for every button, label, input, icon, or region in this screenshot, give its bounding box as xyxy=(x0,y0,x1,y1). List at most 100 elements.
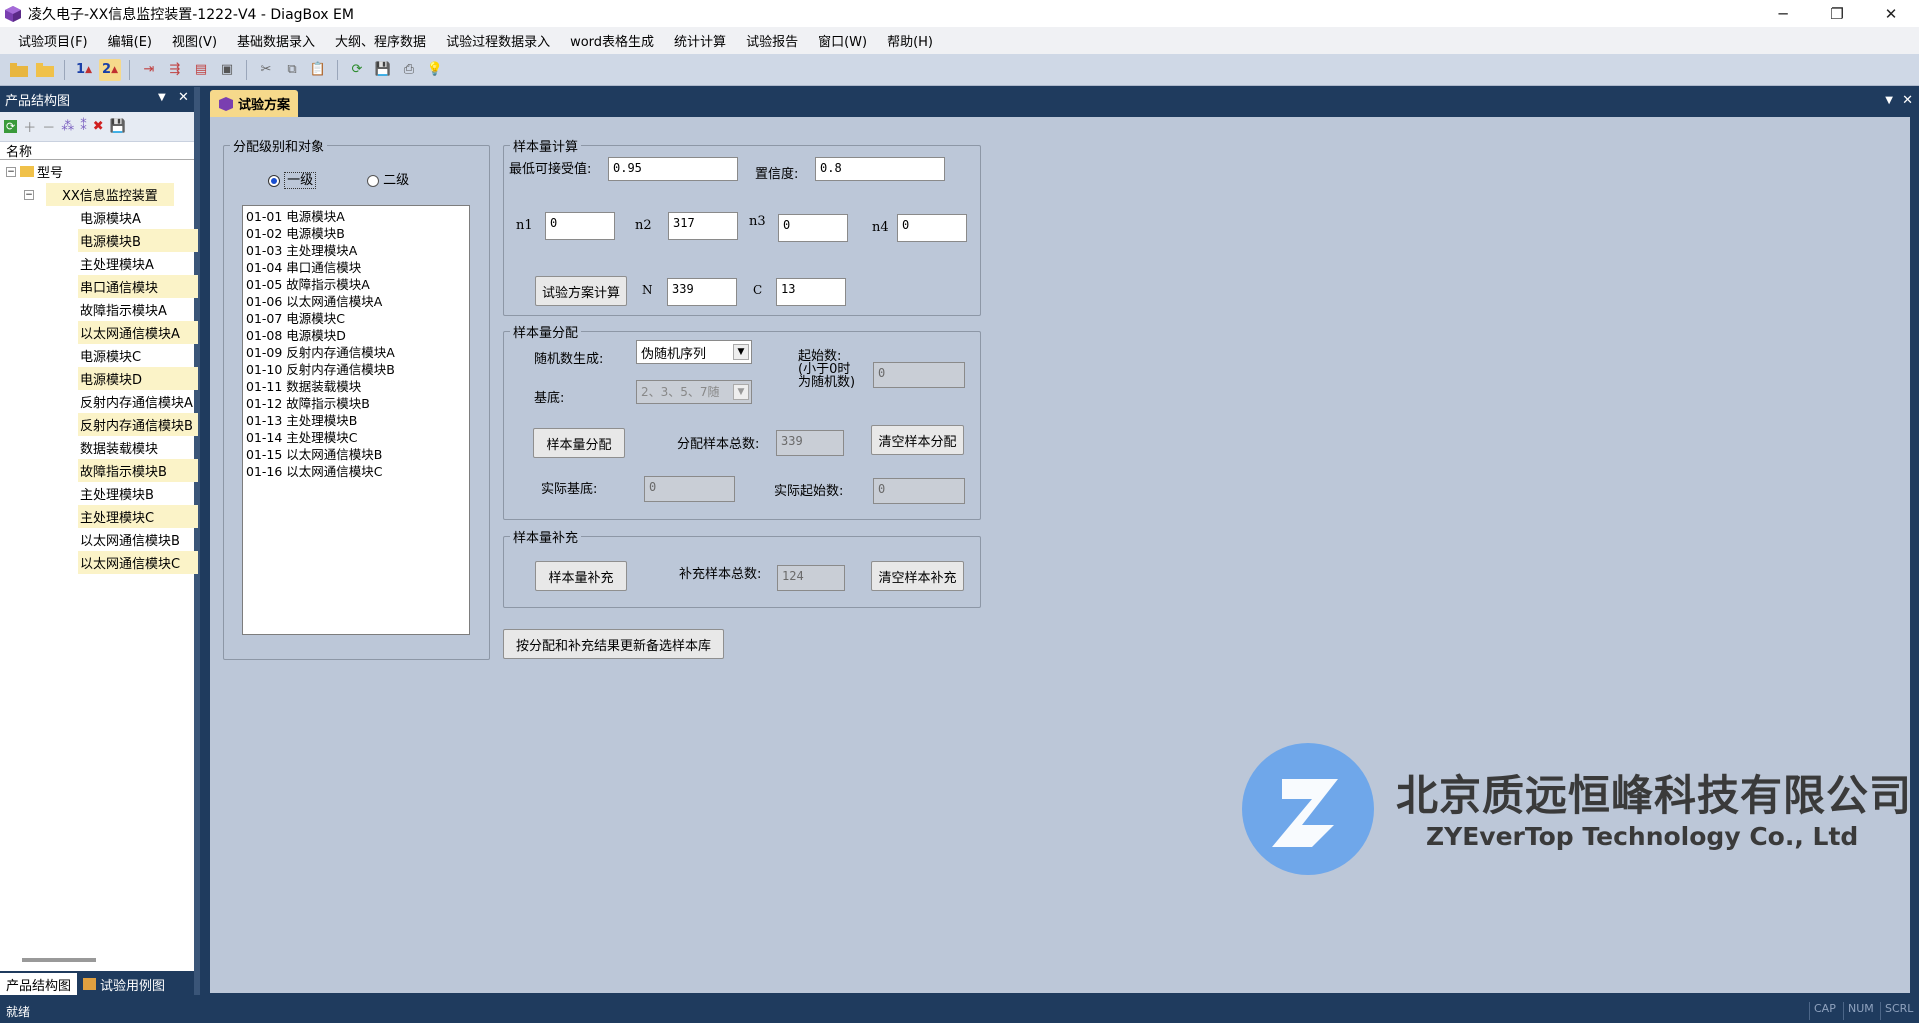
list-item[interactable]: 01-15 以太网通信模块B xyxy=(246,446,466,463)
pin-dropdown-icon[interactable]: ▼ xyxy=(158,92,166,103)
confidence-input[interactable]: 0.8 xyxy=(815,157,945,181)
start-number-input[interactable]: 0 xyxy=(873,362,965,388)
tree-module-item[interactable]: 主处理模块A xyxy=(0,252,194,275)
collapse-toggle-icon[interactable]: − xyxy=(24,189,34,200)
panel-close-icon[interactable]: ✕ xyxy=(178,90,189,105)
menu-help[interactable]: 帮助(H) xyxy=(877,31,943,50)
tree-module-item[interactable]: 故障指示模块B xyxy=(0,459,198,482)
save-icon[interactable]: 💾 xyxy=(110,119,126,134)
tree-module-item[interactable]: 以太网通信模块A xyxy=(0,321,198,344)
level-two-button[interactable]: 2 ▲ xyxy=(99,58,121,81)
min-accept-input[interactable]: 0.95 xyxy=(608,157,738,181)
supp-button[interactable]: 样本量补充 xyxy=(535,561,627,591)
tree-module-item[interactable]: 电源模块C xyxy=(0,344,194,367)
tree-module-item[interactable]: 反射内存通信模块A xyxy=(0,390,194,413)
tree-module-item[interactable]: 数据装载模块 xyxy=(0,436,194,459)
calc-plan-button[interactable]: 试验方案计算 xyxy=(535,276,627,306)
tree-module-item[interactable]: 反射内存通信模块B xyxy=(0,413,198,436)
tree-module-item[interactable]: 电源模块A xyxy=(0,206,194,229)
tree-module-item[interactable]: 故障指示模块A xyxy=(0,298,194,321)
move-right-icon[interactable]: ⇥ xyxy=(138,59,160,81)
tab-test-plan[interactable]: 试验方案 xyxy=(210,90,299,117)
tree-module-item[interactable]: 电源模块B xyxy=(0,229,198,252)
menu-outline-program[interactable]: 大纲、程序数据 xyxy=(325,31,436,50)
menu-test-project[interactable]: 试验项目(F) xyxy=(8,31,98,50)
folder-icon[interactable] xyxy=(34,59,56,81)
menu-edit[interactable]: 编辑(E) xyxy=(98,31,162,50)
level-one-button[interactable]: 1 ▲ xyxy=(73,59,95,81)
horizontal-scrollbar[interactable] xyxy=(22,958,96,962)
menu-report[interactable]: 试验报告 xyxy=(736,31,808,50)
list-item[interactable]: 01-08 电源模块D xyxy=(246,327,466,344)
minimize-button[interactable]: ─ xyxy=(1756,0,1810,27)
tree-device[interactable]: − XX信息监控装置 xyxy=(0,183,194,206)
collapse-toggle-icon[interactable]: − xyxy=(6,166,16,177)
update-sample-library-button[interactable]: 按分配和补充结果更新备选样本库 xyxy=(503,629,724,659)
cut-icon[interactable]: ✂ xyxy=(255,59,277,81)
C-input[interactable]: 13 xyxy=(776,278,846,306)
list-item[interactable]: 01-10 反射内存通信模块B xyxy=(246,361,466,378)
list-item[interactable]: 01-05 故障指示模块A xyxy=(246,276,466,293)
radio-level-two[interactable]: 二级 xyxy=(367,169,409,188)
add-child-icon[interactable]: ⁑ xyxy=(80,119,87,134)
alloc-button[interactable]: 样本量分配 xyxy=(533,428,625,458)
list-item[interactable]: 01-16 以太网通信模块C xyxy=(246,463,466,480)
n3-input[interactable]: 0 xyxy=(778,214,848,242)
menu-process-data[interactable]: 试验过程数据录入 xyxy=(436,31,560,50)
list-item[interactable]: 01-11 数据装载模块 xyxy=(246,378,466,395)
menu-window[interactable]: 窗口(W) xyxy=(808,31,877,50)
n2-input[interactable]: 317 xyxy=(668,212,738,240)
base-select[interactable]: 2、3、5、7随 ▼ xyxy=(636,380,752,404)
restore-button[interactable]: ❐ xyxy=(1810,0,1864,27)
close-button[interactable]: ✕ xyxy=(1864,0,1918,27)
open-folder-icon[interactable] xyxy=(8,59,30,81)
delete-icon[interactable]: ✖ xyxy=(93,119,104,134)
copy-icon[interactable]: ⧉ xyxy=(281,59,303,81)
list-item[interactable]: 01-02 电源模块B xyxy=(246,225,466,242)
n4-input[interactable]: 0 xyxy=(897,214,967,242)
doc-dropdown-icon[interactable]: ▼ xyxy=(1885,95,1893,106)
clear-supp-button[interactable]: 清空样本补充 xyxy=(871,561,964,591)
list-item[interactable]: 01-09 反射内存通信模块A xyxy=(246,344,466,361)
expand-icon[interactable]: ＋ xyxy=(23,117,36,136)
menu-word-table[interactable]: word表格生成 xyxy=(560,31,664,50)
list-item[interactable]: 01-01 电源模块A xyxy=(246,208,466,225)
n1-input[interactable]: 0 xyxy=(545,212,615,240)
tab-product-structure[interactable]: 产品结构图 xyxy=(0,973,78,995)
tree-module-item[interactable]: 以太网通信模块C xyxy=(0,551,198,574)
collapse-icon[interactable]: － xyxy=(42,117,55,136)
list-item[interactable]: 01-06 以太网通信模块A xyxy=(246,293,466,310)
refresh-icon[interactable]: ⟳ xyxy=(4,120,18,133)
tree-module-item[interactable]: 串口通信模块 xyxy=(0,275,198,298)
tree-module-item[interactable]: 电源模块D xyxy=(0,367,198,390)
N-input[interactable]: 339 xyxy=(667,278,737,306)
refresh-icon[interactable]: ⟳ xyxy=(346,59,368,81)
properties-icon[interactable]: ▣ xyxy=(216,59,238,81)
insert-row-icon[interactable]: ⇶ xyxy=(164,59,186,81)
doc-close-icon[interactable]: ✕ xyxy=(1902,93,1913,108)
table-icon[interactable]: ▤ xyxy=(190,59,212,81)
menu-basic-data[interactable]: 基础数据录入 xyxy=(227,31,325,50)
tree-module-item[interactable]: 主处理模块C xyxy=(0,505,198,528)
list-item[interactable]: 01-12 故障指示模块B xyxy=(246,395,466,412)
tree-root[interactable]: − 型号 xyxy=(0,160,194,183)
list-item[interactable]: 01-07 电源模块C xyxy=(246,310,466,327)
list-item[interactable]: 01-04 串口通信模块 xyxy=(246,259,466,276)
tree-module-item[interactable]: 主处理模块B xyxy=(0,482,194,505)
menu-view[interactable]: 视图(V) xyxy=(162,31,227,50)
list-item[interactable]: 01-03 主处理模块A xyxy=(246,242,466,259)
add-node-icon[interactable]: ⁂ xyxy=(61,119,74,134)
lightbulb-icon[interactable]: 💡 xyxy=(424,59,446,81)
list-item[interactable]: 01-13 主处理模块B xyxy=(246,412,466,429)
menu-statistics[interactable]: 统计计算 xyxy=(664,31,736,50)
paste-icon[interactable]: 📋 xyxy=(307,59,329,81)
radio-level-one[interactable]: 一级 xyxy=(268,169,317,189)
tab-test-cases[interactable]: 试验用例图 xyxy=(77,973,171,995)
random-gen-select[interactable]: 伪随机序列 ▼ xyxy=(636,340,752,364)
tree-module-item[interactable]: 以太网通信模块B xyxy=(0,528,194,551)
print-icon[interactable]: ⎙ xyxy=(398,59,420,81)
list-item[interactable]: 01-14 主处理模块C xyxy=(246,429,466,446)
clear-alloc-button[interactable]: 清空样本分配 xyxy=(871,425,964,455)
module-listbox[interactable]: 01-01 电源模块A 01-02 电源模块B 01-03 主处理模块A 01-04 … xyxy=(242,205,470,635)
save-icon[interactable]: 💾 xyxy=(372,59,394,81)
